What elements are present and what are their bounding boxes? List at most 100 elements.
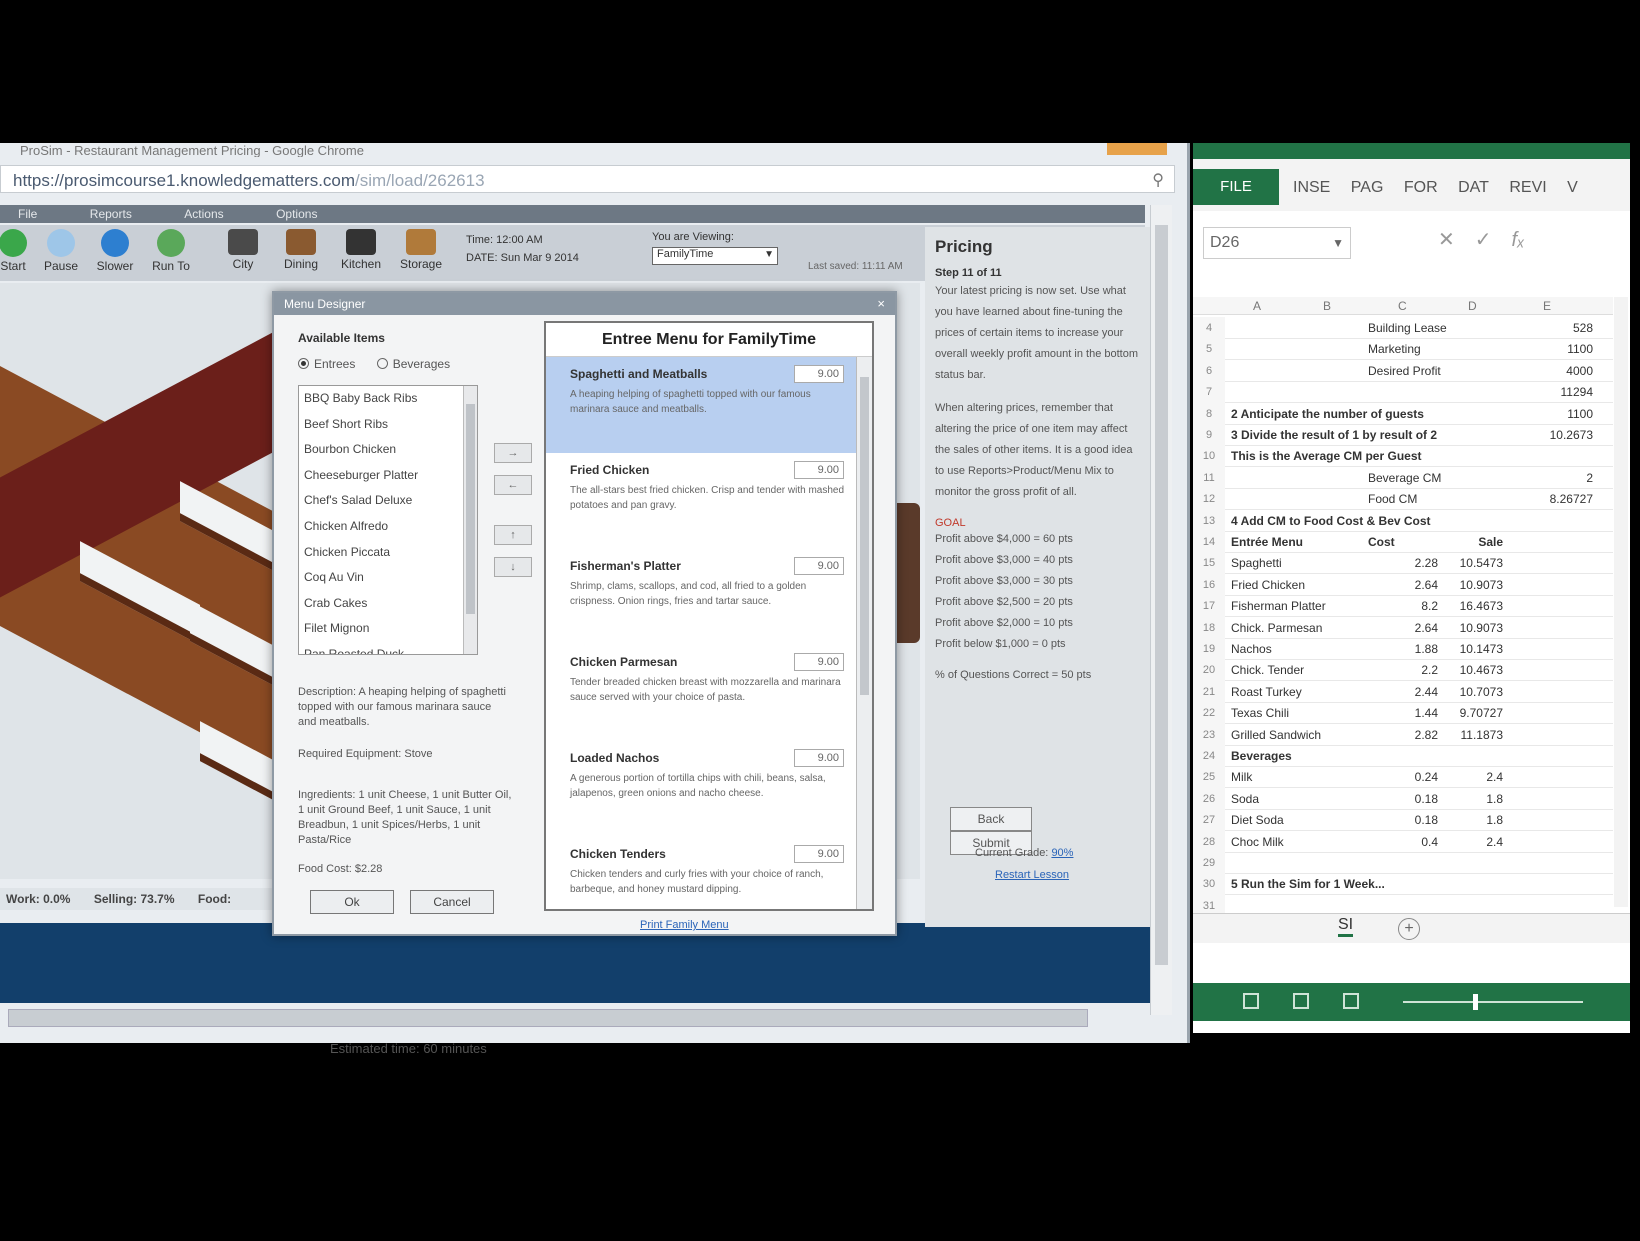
scroll-thumb[interactable] bbox=[860, 377, 869, 695]
table-row[interactable]: 6 Desired Profit 4000 bbox=[1193, 359, 1613, 382]
restart-lesson-link[interactable]: Restart Lesson bbox=[995, 869, 1069, 881]
print-menu-link[interactable]: Print Family Menu bbox=[640, 919, 729, 931]
table-row[interactable]: 5 Marketing 1100 bbox=[1193, 338, 1613, 361]
table-row[interactable]: 25 Milk 0.24 2.4 bbox=[1193, 766, 1613, 789]
move-up-button[interactable]: ↑ bbox=[494, 525, 532, 545]
table-row[interactable]: 19 Nachos 1.88 10.1473 bbox=[1193, 638, 1613, 660]
close-icon[interactable]: × bbox=[877, 293, 885, 315]
column-header[interactable]: B bbox=[1323, 299, 1331, 313]
fx-icon[interactable]: fₓ bbox=[1512, 229, 1525, 251]
list-item[interactable]: Filet Mignon bbox=[299, 616, 477, 642]
restaurant-select[interactable]: FamilyTime ▼ bbox=[652, 247, 778, 265]
list-item[interactable]: Pan Roasted Duck bbox=[299, 642, 477, 654]
entree-price-input[interactable] bbox=[794, 461, 844, 479]
add-item-button[interactable]: → bbox=[494, 443, 532, 463]
current-grade-value[interactable]: 90% bbox=[1051, 847, 1073, 859]
run-to-button[interactable]: Run To bbox=[144, 229, 198, 273]
page-layout-view-icon[interactable] bbox=[1293, 993, 1309, 1009]
check-icon[interactable]: ✓ bbox=[1475, 229, 1492, 251]
tab-review[interactable]: REVI bbox=[1509, 179, 1546, 196]
dialog-titlebar[interactable]: Menu Designer × bbox=[274, 293, 895, 315]
table-row[interactable]: 21 Roast Turkey 2.44 10.7073 bbox=[1193, 680, 1613, 703]
back-button[interactable]: Back bbox=[950, 807, 1032, 831]
cancel-icon[interactable]: ✕ bbox=[1438, 229, 1455, 251]
remove-item-button[interactable]: ← bbox=[494, 475, 532, 495]
table-row[interactable]: 13 4 Add CM to Food Cost & Bev Cost bbox=[1193, 509, 1613, 532]
scroll-thumb[interactable] bbox=[466, 404, 475, 614]
entree-scrollbar[interactable] bbox=[856, 357, 872, 909]
page-break-view-icon[interactable] bbox=[1343, 993, 1359, 1009]
table-row[interactable]: 7 11294 bbox=[1193, 381, 1613, 404]
table-row[interactable]: 9 3 Divide the result of 1 by result of 2… bbox=[1193, 424, 1613, 446]
entree-item[interactable]: Chicken Tenders Chicken tenders and curl… bbox=[546, 837, 872, 909]
address-bar[interactable]: https://prosimcourse1.knowledgematters.c… bbox=[0, 165, 1175, 193]
entree-item[interactable]: Fisherman's Platter Shrimp, clams, scall… bbox=[546, 549, 872, 645]
list-item[interactable]: Chef's Salad Deluxe bbox=[299, 488, 477, 514]
spreadsheet-grid[interactable]: A B C D E 4 Building Lease 528 5 Marketing 11… bbox=[1193, 297, 1613, 917]
list-item[interactable]: BBQ Baby Back Ribs bbox=[299, 386, 477, 412]
menu-actions[interactable]: Actions bbox=[184, 205, 223, 223]
beverages-radio[interactable]: Beverages bbox=[376, 357, 450, 371]
storage-button[interactable]: Storage bbox=[394, 229, 448, 271]
vertical-scrollbar[interactable] bbox=[1150, 205, 1172, 1015]
dining-button[interactable]: Dining bbox=[274, 229, 328, 271]
zoom-slider[interactable] bbox=[1403, 994, 1583, 1010]
table-row[interactable]: 22 Texas Chili 1.44 9.70727 bbox=[1193, 702, 1613, 725]
city-button[interactable]: City bbox=[216, 229, 270, 271]
entrees-radio[interactable]: Entrees bbox=[298, 357, 355, 371]
table-row[interactable]: 30 5 Run the Sim for 1 Week... bbox=[1193, 873, 1613, 896]
tab-page-layout[interactable]: PAG bbox=[1351, 179, 1384, 196]
available-items-list[interactable]: BBQ Baby Back Ribs Beef Short Ribs Bourb… bbox=[298, 385, 478, 655]
list-item[interactable]: Bourbon Chicken bbox=[299, 437, 477, 463]
cancel-button[interactable]: Cancel bbox=[410, 890, 494, 914]
tab-data[interactable]: DAT bbox=[1458, 179, 1489, 196]
window-controls[interactable] bbox=[1107, 143, 1167, 155]
entree-price-input[interactable] bbox=[794, 653, 844, 671]
move-down-button[interactable]: ↓ bbox=[494, 557, 532, 577]
column-header[interactable]: D bbox=[1468, 299, 1477, 313]
list-item[interactable]: Chicken Alfredo bbox=[299, 514, 477, 540]
table-row[interactable]: 18 Chick. Parmesan 2.64 10.9073 bbox=[1193, 616, 1613, 639]
entree-item[interactable]: Fried Chicken The all-stars best fried c… bbox=[546, 453, 872, 549]
table-row[interactable]: 11 Beverage CM 2 bbox=[1193, 466, 1613, 489]
search-icon[interactable]: ⚲ bbox=[1152, 170, 1164, 190]
add-sheet-icon[interactable]: + bbox=[1398, 918, 1420, 940]
table-row[interactable]: 16 Fried Chicken 2.64 10.9073 bbox=[1193, 573, 1613, 596]
list-item[interactable]: Crab Cakes bbox=[299, 591, 477, 617]
table-row[interactable]: 10 This is the Average CM per Guest bbox=[1193, 445, 1613, 468]
entree-item[interactable]: Loaded Nachos A generous portion of tort… bbox=[546, 741, 872, 837]
menu-file[interactable]: File bbox=[18, 205, 37, 223]
table-row[interactable]: 23 Grilled Sandwich 2.82 11.1873 bbox=[1193, 723, 1613, 746]
table-row[interactable]: 4 Building Lease 528 bbox=[1193, 317, 1613, 339]
kitchen-button[interactable]: Kitchen bbox=[334, 229, 388, 271]
entree-price-input[interactable] bbox=[794, 557, 844, 575]
tab-formulas[interactable]: FOR bbox=[1404, 179, 1438, 196]
chevron-down-icon[interactable]: ▼ bbox=[1332, 228, 1344, 258]
table-row[interactable]: 12 Food CM 8.26727 bbox=[1193, 488, 1613, 511]
horizontal-scrollbar[interactable] bbox=[8, 1009, 1088, 1027]
table-row[interactable]: 14 Entrée Menu Cost Sale bbox=[1193, 531, 1613, 553]
slower-button[interactable]: Slower bbox=[88, 229, 142, 273]
entree-price-input[interactable] bbox=[794, 365, 844, 383]
file-tab[interactable]: FILE bbox=[1193, 169, 1279, 205]
list-item[interactable]: Cheeseburger Platter bbox=[299, 463, 477, 489]
list-item[interactable]: Coq Au Vin bbox=[299, 565, 477, 591]
scroll-thumb[interactable] bbox=[1155, 225, 1168, 965]
tab-view[interactable]: V bbox=[1567, 179, 1578, 196]
table-row[interactable]: 24 Beverages bbox=[1193, 745, 1613, 767]
zoom-slider-thumb[interactable] bbox=[1473, 994, 1478, 1010]
excel-vertical-scrollbar[interactable] bbox=[1614, 297, 1628, 907]
ok-button[interactable]: Ok bbox=[310, 890, 394, 914]
entree-item[interactable]: Spaghetti and Meatballs A heaping helpin… bbox=[546, 357, 872, 453]
pause-button[interactable]: Pause bbox=[34, 229, 88, 273]
name-box[interactable]: D26 ▼ bbox=[1203, 227, 1351, 259]
entree-price-input[interactable] bbox=[794, 845, 844, 863]
table-row[interactable]: 28 Choc Milk 0.4 2.4 bbox=[1193, 830, 1613, 853]
column-header[interactable]: A bbox=[1253, 299, 1261, 313]
normal-view-icon[interactable] bbox=[1243, 993, 1259, 1009]
table-row[interactable]: 15 Spaghetti 2.28 10.5473 bbox=[1193, 552, 1613, 575]
column-header[interactable]: E bbox=[1543, 299, 1551, 313]
table-row[interactable]: 17 Fisherman Platter 8.2 16.4673 bbox=[1193, 595, 1613, 618]
table-row[interactable]: 29 bbox=[1193, 852, 1613, 874]
sheet-tab[interactable]: SI bbox=[1338, 916, 1354, 937]
